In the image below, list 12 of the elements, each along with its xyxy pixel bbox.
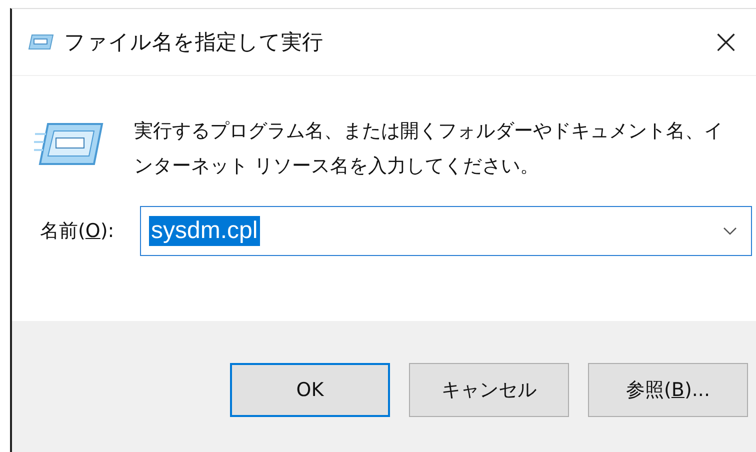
- name-combo-field[interactable]: sysdm.cpl: [140, 206, 752, 256]
- run-app-icon: [28, 33, 54, 51]
- description-text: 実行するプログラム名、または開くフォルダーやドキュメント名、イ: [134, 119, 723, 144]
- dropdown-caret-icon: [723, 227, 737, 235]
- dialog-button[interactable]: キャンセル: [409, 363, 569, 417]
- dialog-button[interactable]: OK: [230, 363, 390, 417]
- name-label: 名前(O):: [40, 219, 116, 244]
- window-title: ファイル名を指定して実行: [64, 29, 324, 56]
- dialog-button[interactable]: 参照(B)...: [588, 363, 748, 417]
- close-button[interactable]: ×: [696, 12, 756, 72]
- description-text: ンターネット リソース名を入力してください。: [134, 154, 540, 179]
- run-app-icon: [34, 122, 104, 166]
